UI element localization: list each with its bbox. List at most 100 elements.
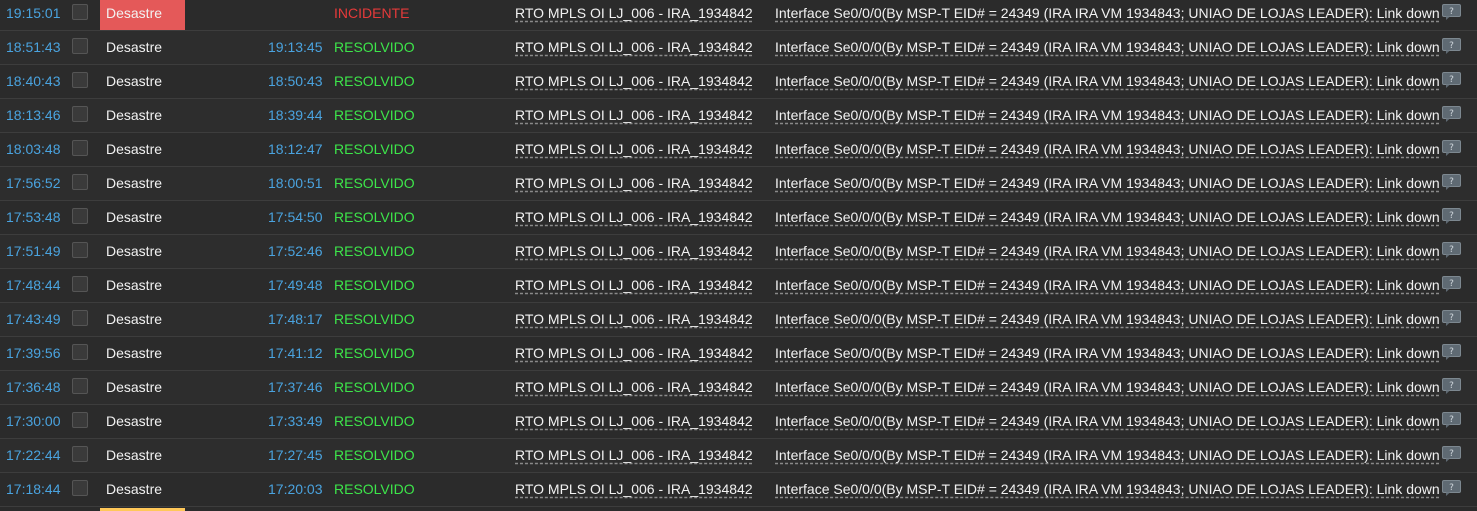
row-checkbox[interactable]	[72, 242, 88, 258]
recovery-time-link[interactable]: 18:00:51	[268, 167, 323, 200]
host-link[interactable]: RTO MPLS OI LJ_006 - IRA_1934842	[515, 65, 753, 98]
problem-link[interactable]: Interface Se0/0/0(By MSP-T EID# = 24349 …	[775, 167, 1440, 200]
problem-link[interactable]: Interface Se0/0/0(By MSP-T EID# = 24349 …	[775, 473, 1440, 506]
row-checkbox[interactable]	[72, 378, 88, 394]
comment-bubble-icon[interactable]: ?	[1442, 310, 1461, 326]
comment-bubble-icon[interactable]: ?	[1442, 72, 1461, 88]
row-checkbox[interactable]	[72, 4, 88, 20]
recovery-time-link[interactable]: 17:54:50	[268, 201, 323, 234]
host-link[interactable]: RTO MPLS OI LJ_006 - IRA_1934842	[515, 235, 753, 268]
severity-cell: Desastre	[106, 277, 163, 293]
comment-bubble-icon[interactable]: ?	[1442, 242, 1461, 258]
comment-bubble-icon[interactable]: ?	[1442, 140, 1461, 156]
start-time-link[interactable]: 18:03:48	[6, 133, 61, 166]
recovery-time-link[interactable]: 17:52:46	[268, 235, 323, 268]
start-time-link[interactable]: 17:30:00	[6, 405, 61, 438]
problem-link[interactable]: Interface Se0/0/0(By MSP-T EID# = 24349 …	[775, 439, 1440, 472]
host-link[interactable]: RTO MPLS OI LJ_006 - IRA_1934842	[515, 303, 753, 336]
start-time-link[interactable]: 18:40:43	[6, 65, 61, 98]
recovery-time-link[interactable]: 17:49:48	[268, 269, 323, 302]
row-checkbox[interactable]	[72, 276, 88, 292]
problem-link[interactable]: Interface Se0/0/0(By MSP-T EID# = 24349 …	[775, 65, 1440, 98]
row-checkbox[interactable]	[72, 446, 88, 462]
host-link[interactable]: RTO MPLS OI LJ_006 - IRA_1934842	[515, 337, 753, 370]
row-checkbox[interactable]	[72, 140, 88, 156]
svg-text:?: ?	[1449, 449, 1454, 459]
host-link[interactable]: RTO MPLS OI LJ_006 - IRA_1934842	[515, 99, 753, 132]
svg-text:?: ?	[1449, 381, 1454, 391]
row-checkbox[interactable]	[72, 344, 88, 360]
row-checkbox[interactable]	[72, 208, 88, 224]
recovery-time-link[interactable]: 19:13:45	[268, 31, 323, 64]
comment-bubble-icon[interactable]: ?	[1442, 208, 1461, 224]
start-time-link[interactable]: 17:48:44	[6, 269, 61, 302]
row-checkbox[interactable]	[72, 38, 88, 54]
host-link[interactable]: RTO MPLS OI LJ_006 - IRA_1934842	[515, 269, 753, 302]
host-link[interactable]: RTO MPLS OI LJ_006 - IRA_1934842	[515, 371, 753, 404]
row-checkbox[interactable]	[72, 72, 88, 88]
start-time-link[interactable]: 17:39:56	[6, 337, 61, 370]
problem-link[interactable]: Interface Se0/0/0(By MSP-T EID# = 24349 …	[775, 337, 1440, 370]
row-checkbox[interactable]	[72, 480, 88, 496]
comment-bubble-icon[interactable]: ?	[1442, 276, 1461, 292]
comment-bubble-icon[interactable]: ?	[1442, 378, 1461, 394]
host-link[interactable]: RTO MPLS OI LJ_006 - IRA_1934842	[515, 405, 753, 438]
status-text: INCIDENTE	[334, 5, 410, 21]
row-checkbox[interactable]	[72, 310, 88, 326]
recovery-time-link[interactable]: 18:39:44	[268, 99, 323, 132]
start-time-link[interactable]: 17:56:52	[6, 167, 61, 200]
host-link[interactable]: RTO MPLS OI LJ_006 - IRA_1934842	[515, 201, 753, 234]
problem-link[interactable]: Interface Se0/0/0(By MSP-T EID# = 24349 …	[775, 0, 1440, 30]
recovery-time-link[interactable]: 18:12:47	[268, 133, 323, 166]
problem-link[interactable]: Interface Se0/0/0(By MSP-T EID# = 24349 …	[775, 235, 1440, 268]
row-checkbox[interactable]	[72, 174, 88, 190]
problem-link[interactable]: Interface Se0/0/0(By MSP-T EID# = 24349 …	[775, 133, 1440, 166]
recovery-time-link[interactable]: 17:37:46	[268, 371, 323, 404]
start-time-link[interactable]: 18:51:43	[6, 31, 61, 64]
recovery-time-link[interactable]: 17:33:49	[268, 405, 323, 438]
row-checkbox[interactable]	[72, 412, 88, 428]
comment-bubble-icon[interactable]: ?	[1442, 4, 1461, 20]
host-link[interactable]: RTO MPLS OI LJ_006 - IRA_1934842	[515, 133, 753, 166]
host-link[interactable]: RTO MPLS OI LJ_006 - IRA_1934842	[515, 0, 753, 30]
recovery-time-link[interactable]: 17:48:17	[268, 303, 323, 336]
problem-link[interactable]: Interface Se0/0/0(By MSP-T EID# = 24349 …	[775, 201, 1440, 234]
problem-link[interactable]: Interface Se0/0/0(By MSP-T EID# = 24349 …	[775, 371, 1440, 404]
comment-bubble-icon[interactable]: ?	[1442, 174, 1461, 190]
status-text: RESOLVIDO	[334, 243, 415, 259]
problem-link[interactable]: Interface Se0/0/0(By MSP-T EID# = 24349 …	[775, 405, 1440, 438]
row-checkbox[interactable]	[72, 106, 88, 122]
problem-link[interactable]: Interface Se0/0/0(By MSP-T EID# = 24349 …	[775, 31, 1440, 64]
svg-text:?: ?	[1449, 41, 1454, 51]
table-row: 17:51:49 Desastre 17:52:46 RESOLVIDO RTO…	[0, 235, 1477, 269]
host-link[interactable]: RTO MPLS OI LJ_006 - IRA_1934842	[515, 473, 753, 506]
host-link[interactable]: RTO MPLS OI LJ_006 - IRA_1934842	[515, 439, 753, 472]
comment-bubble-icon[interactable]: ?	[1442, 412, 1461, 428]
problem-link[interactable]: Interface Se0/0/0(By MSP-T EID# = 24349 …	[775, 99, 1440, 132]
table-row: 17:39:56 Desastre 17:41:12 RESOLVIDO RTO…	[0, 337, 1477, 371]
start-time-link[interactable]: 17:22:44	[6, 439, 61, 472]
recovery-time-link[interactable]: 17:41:12	[268, 337, 323, 370]
start-time-link[interactable]: 17:53:48	[6, 201, 61, 234]
comment-bubble-icon[interactable]: ?	[1442, 38, 1461, 54]
host-link[interactable]: RTO MPLS OI LJ_006 - IRA_1934842	[515, 31, 753, 64]
problem-link[interactable]: Interface Se0/0/0(By MSP-T EID# = 24349 …	[775, 269, 1440, 302]
comment-bubble-icon[interactable]: ?	[1442, 446, 1461, 462]
problem-link[interactable]: Interface Se0/0/0(By MSP-T EID# = 24349 …	[775, 303, 1440, 336]
host-link[interactable]: RTO MPLS OI LJ_006 - IRA_1934842	[515, 167, 753, 200]
recovery-time-link[interactable]: 18:50:43	[268, 65, 323, 98]
svg-text:?: ?	[1449, 177, 1454, 187]
start-time-link[interactable]: 17:18:44	[6, 473, 61, 506]
start-time-link[interactable]: 17:43:49	[6, 303, 61, 336]
comment-bubble-icon[interactable]: ?	[1442, 344, 1461, 360]
comment-bubble-icon[interactable]: ?	[1442, 106, 1461, 122]
table-row: 17:22:44 Desastre 17:27:45 RESOLVIDO RTO…	[0, 439, 1477, 473]
recovery-time-link[interactable]: 17:27:45	[268, 439, 323, 472]
start-time-link[interactable]: 17:36:48	[6, 371, 61, 404]
comment-bubble-icon[interactable]: ?	[1442, 480, 1461, 496]
start-time-link[interactable]: 17:51:49	[6, 235, 61, 268]
start-time-link[interactable]: 18:13:46	[6, 99, 61, 132]
status-text: RESOLVIDO	[334, 481, 415, 497]
start-time-link[interactable]: 19:15:01	[6, 0, 61, 30]
recovery-time-link[interactable]: 17:20:03	[268, 473, 323, 506]
